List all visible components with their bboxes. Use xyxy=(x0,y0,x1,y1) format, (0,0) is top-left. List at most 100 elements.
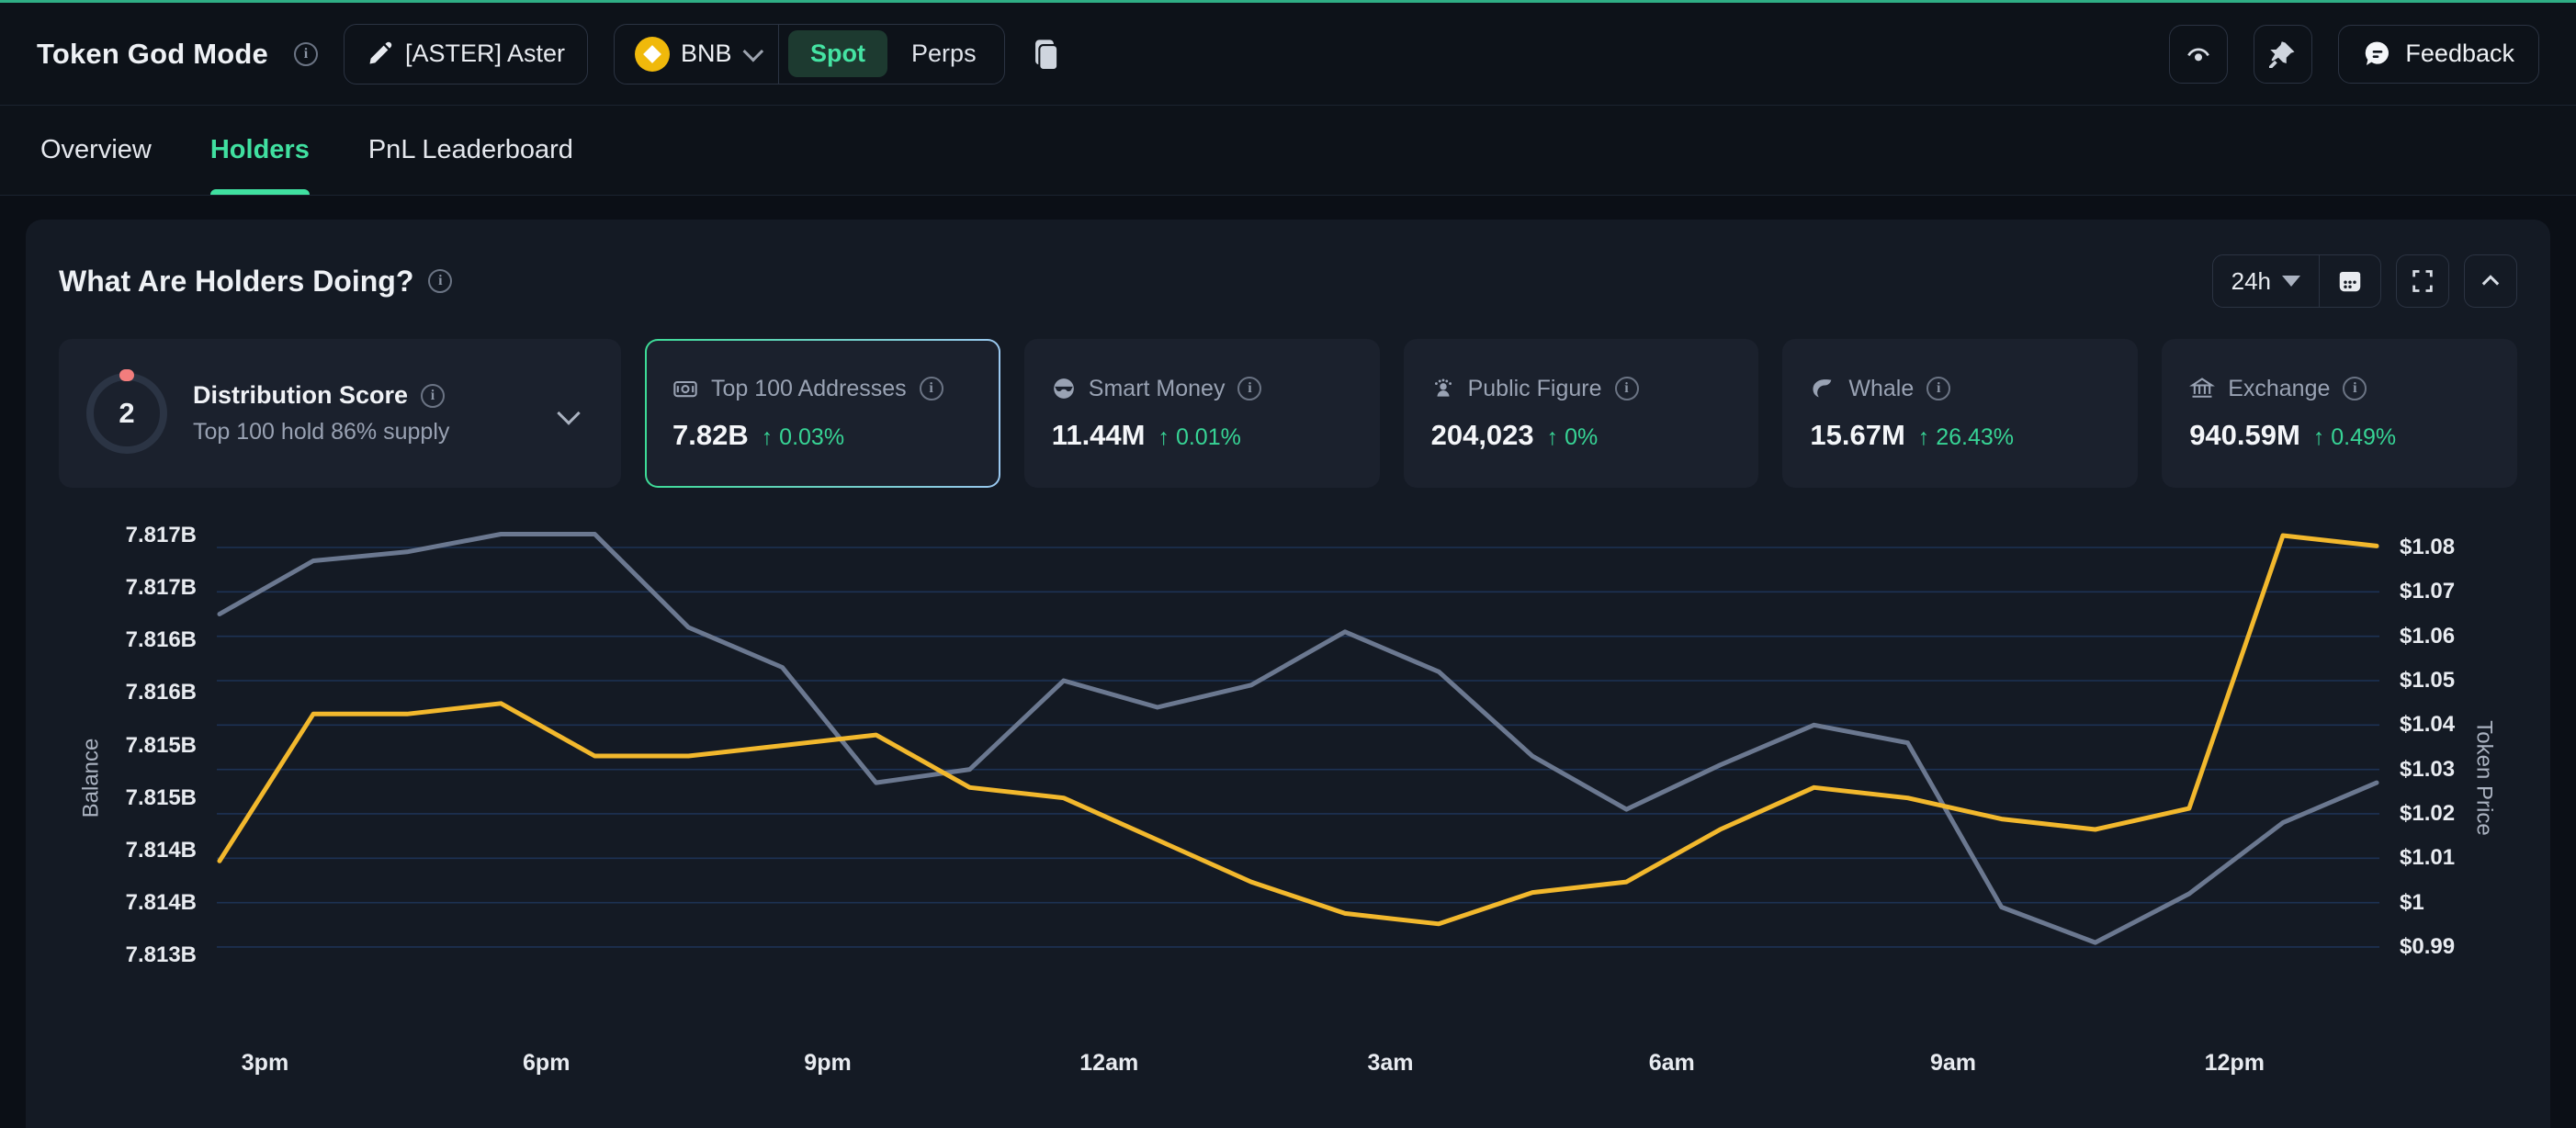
balance-tick-label: 7.815B xyxy=(126,733,197,759)
balance-tick-label: 7.816B xyxy=(126,680,197,705)
price-axis-title: Token Price xyxy=(2470,720,2496,835)
time-range-value: 24h xyxy=(2231,267,2271,296)
panel-info-icon[interactable]: i xyxy=(428,269,452,293)
stat-card-label: Public Figure xyxy=(1468,376,1602,402)
price-tick-label: $1.01 xyxy=(2400,845,2455,871)
stat-card-exchange[interactable]: Exchange i 940.59M ↑ 0.49% xyxy=(2162,339,2517,488)
stat-card-value: 204,023 xyxy=(1431,419,1534,452)
app-title: Token God Mode xyxy=(37,38,268,71)
stat-card-top-100-addresses[interactable]: Top 100 Addressesi7.82B↑ 0.03% xyxy=(645,339,1000,488)
feedback-button[interactable]: Feedback xyxy=(2338,25,2539,84)
public-figure-icon xyxy=(1431,377,1455,400)
stat-info-icon[interactable]: i xyxy=(1237,377,1261,400)
balance-tick-label: 7.817B xyxy=(126,523,197,548)
price-tick-label: $1.05 xyxy=(2400,668,2455,694)
pin-button[interactable] xyxy=(2254,25,2312,84)
stat-cards-row: 2 Distribution Score i Top 100 hold 86% … xyxy=(59,339,2517,488)
stat-info-icon[interactable]: i xyxy=(920,377,943,400)
whale-icon xyxy=(1810,376,1836,401)
chevron-down-icon xyxy=(742,40,763,62)
time-tick-label: 6pm xyxy=(523,1050,570,1077)
time-tick-label: 12am xyxy=(1079,1050,1138,1077)
bnb-coin-icon xyxy=(635,37,670,72)
expand-chevron-icon[interactable] xyxy=(557,401,580,424)
fullscreen-button[interactable] xyxy=(2396,254,2449,308)
tab-holders[interactable]: Holders xyxy=(210,106,310,195)
collapse-button[interactable] xyxy=(2464,254,2517,308)
price-tick-label: $1.08 xyxy=(2400,535,2455,560)
chat-bubble-icon xyxy=(2363,39,2392,69)
stat-card-label: Exchange xyxy=(2228,376,2330,402)
balance-tick-label: 7.814B xyxy=(126,838,197,863)
stat-card-label: Whale xyxy=(1848,376,1914,402)
chain-selector[interactable]: BNB xyxy=(615,25,778,84)
holders-chart: Balance 7.817B7.817B7.816B7.816B7.815B7.… xyxy=(59,515,2517,1041)
stat-card-whale[interactable]: Whalei15.67M↑ 26.43% xyxy=(1782,339,2138,488)
price-axis: Token Price $1.08 $1.07 $1.06 $1.05 $1.04 $1.… xyxy=(2379,515,2517,1041)
price-tick-label: $1 xyxy=(2400,890,2424,916)
distribution-info-icon[interactable]: i xyxy=(421,384,445,408)
stat-card-label: Top 100 Addresses xyxy=(711,376,907,402)
copy-icon[interactable] xyxy=(1031,39,1058,70)
balance-tick-label: 7.813B xyxy=(126,942,197,968)
stat-info-icon[interactable]: i xyxy=(1615,377,1639,400)
chevron-up-icon xyxy=(2478,268,2503,294)
stat-card-smart-money[interactable]: Smart Moneyi11.44M↑ 0.01% xyxy=(1024,339,1380,488)
time-range-control: 24h xyxy=(2212,254,2381,308)
stat-card-label: Smart Money xyxy=(1089,376,1226,402)
price-tick-label: $1.03 xyxy=(2400,757,2455,783)
smart-money-icon xyxy=(1052,377,1076,400)
exchange-icon xyxy=(2189,376,2215,401)
stat-info-icon[interactable]: i xyxy=(1926,377,1950,400)
time-tick-label: 9pm xyxy=(804,1050,851,1077)
stat-card-value: 7.82B xyxy=(672,419,749,452)
stat-card-change: ↑ 0% xyxy=(1547,424,1599,451)
caret-down-icon xyxy=(2282,276,2300,287)
tab-pnl-leaderboard[interactable]: PnL Leaderboard xyxy=(368,106,573,195)
balance-tick-label: 7.815B xyxy=(126,785,197,811)
price-tick-label: $1.06 xyxy=(2400,624,2455,649)
calendar-icon xyxy=(2336,267,2364,295)
time-axis: 3pm6pm9pm12am3am6am9am12pm xyxy=(217,1050,2379,1101)
time-tick-label: 6am xyxy=(1649,1050,1695,1077)
holders-panel: What Are Holders Doing? i 24h xyxy=(26,220,2550,1128)
distribution-title: Distribution Score xyxy=(193,381,408,410)
balance-tick-label: 7.817B xyxy=(126,575,197,601)
panel-title: What Are Holders Doing? xyxy=(59,265,413,299)
price-tick-label: $1.04 xyxy=(2400,712,2455,738)
chart-plot-area[interactable] xyxy=(217,515,2379,1041)
stat-card-public-figure[interactable]: Public Figure i 204,023 ↑ 0% xyxy=(1404,339,1759,488)
spot-toggle[interactable]: Spot xyxy=(788,30,887,77)
feedback-label: Feedback xyxy=(2405,39,2514,68)
pin-icon xyxy=(2269,40,2297,68)
perps-toggle[interactable]: Perps xyxy=(893,30,995,77)
stat-card-value: 15.67M xyxy=(1810,419,1904,452)
watchlist-button[interactable] xyxy=(2169,25,2228,84)
balance-tick-label: 7.816B xyxy=(126,627,197,653)
distribution-score-value: 2 xyxy=(119,397,134,430)
time-tick-label: 3am xyxy=(1367,1050,1413,1077)
series-token-price xyxy=(220,535,2377,943)
token-name: [ASTER] Aster xyxy=(405,39,565,68)
gauge-marker-dot xyxy=(119,369,134,381)
chain-market-group: BNB Spot Perps xyxy=(614,24,1005,85)
stat-card-change: ↑ 0.49% xyxy=(2313,424,2396,451)
balance-tick-label: 7.814B xyxy=(126,890,197,916)
token-selector[interactable]: [ASTER] Aster xyxy=(344,24,588,85)
time-range-dropdown[interactable]: 24h xyxy=(2213,255,2319,307)
time-tick-label: 3pm xyxy=(242,1050,288,1077)
distribution-subtitle: Top 100 hold 86% supply xyxy=(193,419,535,446)
stat-card-value: 940.59M xyxy=(2189,419,2300,452)
calendar-button[interactable] xyxy=(2319,255,2380,307)
distribution-score-card[interactable]: 2 Distribution Score i Top 100 hold 86% … xyxy=(59,339,621,488)
market-toggle: Spot Perps xyxy=(779,25,1004,84)
info-icon[interactable]: i xyxy=(294,42,318,66)
price-tick-label: $1.07 xyxy=(2400,579,2455,604)
tab-overview[interactable]: Overview xyxy=(40,106,152,195)
stat-info-icon[interactable]: i xyxy=(2343,377,2367,400)
top-bar: Token God Mode i [ASTER] Aster BNB Spot … xyxy=(0,3,2576,106)
fullscreen-icon xyxy=(2410,268,2435,294)
banknote-icon xyxy=(672,376,698,401)
stat-card-value: 11.44M xyxy=(1052,419,1146,452)
distribution-gauge: 2 xyxy=(86,373,167,454)
